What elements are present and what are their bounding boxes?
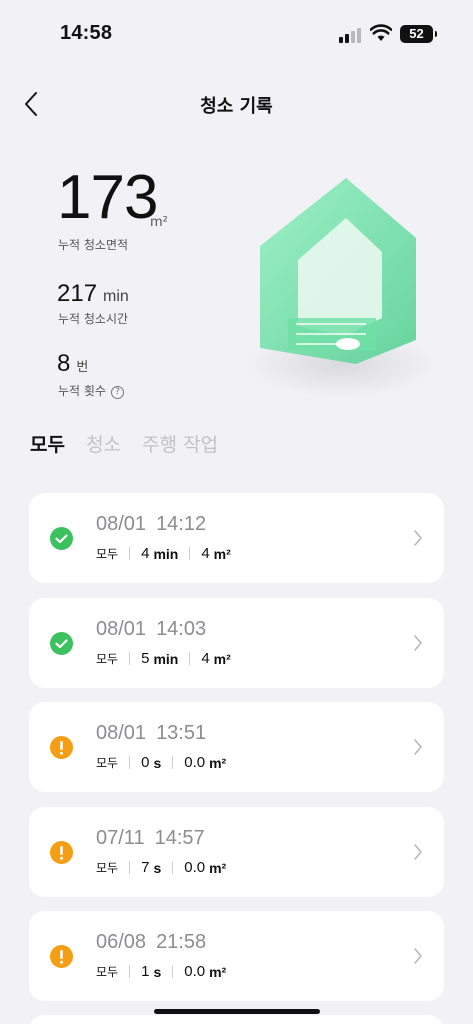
cumulative-count: 8번	[57, 350, 88, 378]
record-area-unit: m²	[213, 545, 231, 562]
record-area-value: 0.0	[184, 754, 206, 771]
cumulative-area-label: 누적 청소면적	[58, 238, 129, 252]
record-area-value: 0.0	[184, 963, 206, 980]
record-duration-unit: s	[153, 859, 162, 876]
record-time: 14:57	[154, 827, 205, 849]
chevron-right-icon	[414, 844, 422, 860]
record-area-value: 4	[201, 545, 210, 562]
divider	[172, 965, 174, 978]
record-datetime: 06/08 21:58	[96, 931, 206, 954]
wifi-icon	[370, 24, 392, 41]
cumulative-count-label-text: 누적 횟수	[58, 384, 106, 398]
cumulative-area-unit: m²	[150, 215, 168, 230]
list-item[interactable]: 06/08 21:58 모두 1 s 0.0 m²	[29, 911, 444, 1001]
tab-cleaning[interactable]: 청소	[86, 430, 121, 457]
record-mode: 모두	[96, 861, 119, 875]
list-item[interactable]: 08/01 14:12 모두 4 min 4 m²	[29, 493, 444, 583]
exclamation-circle-icon	[50, 736, 73, 759]
record-duration-unit: s	[153, 754, 162, 771]
house-illustration	[246, 178, 436, 398]
record-area-value: 0.0	[184, 859, 206, 876]
chevron-right-icon	[414, 530, 422, 546]
status-time: 14:58	[60, 22, 113, 44]
record-meta: 모두 4 min 4 m²	[96, 545, 231, 562]
chevron-right-icon	[414, 635, 422, 651]
record-duration-value: 4	[141, 545, 150, 562]
status-bar: 14:58 52	[0, 0, 473, 70]
divider	[189, 547, 191, 560]
divider	[129, 965, 131, 978]
record-meta: 모두 7 s 0.0 m²	[96, 859, 226, 876]
record-duration-unit: s	[153, 963, 162, 980]
page-title: 청소 기록	[200, 96, 273, 117]
record-meta: 모두 1 s 0.0 m²	[96, 963, 226, 980]
cellular-signal-icon	[339, 27, 363, 43]
record-area-unit: m²	[209, 963, 227, 980]
cumulative-count-value: 8	[57, 350, 71, 377]
record-mode: 모두	[96, 965, 119, 979]
record-date: 08/01	[96, 722, 147, 744]
record-area-unit: m²	[213, 650, 231, 667]
list-item[interactable]: 08/01 14:03 모두 5 min 4 m²	[29, 598, 444, 688]
record-mode: 모두	[96, 652, 119, 666]
chevron-right-icon	[414, 948, 422, 964]
record-time: 13:51	[156, 722, 207, 744]
tab-driving-task[interactable]: 주행 작업	[142, 430, 218, 457]
cumulative-count-unit: 번	[76, 359, 89, 374]
cumulative-count-label: 누적 횟수?	[58, 382, 124, 399]
record-area-unit: m²	[209, 859, 227, 876]
divider	[189, 652, 191, 665]
record-datetime: 07/11 14:57	[96, 827, 205, 850]
record-mode: 모두	[96, 756, 119, 770]
cumulative-time-unit: min	[103, 288, 129, 305]
chevron-right-icon	[414, 739, 422, 755]
record-datetime: 08/01 13:51	[96, 722, 206, 745]
help-icon[interactable]: ?	[110, 386, 124, 399]
cumulative-time: 217 min	[57, 280, 129, 308]
divider	[129, 756, 131, 769]
record-date: 08/01	[96, 513, 147, 535]
list-item[interactable]: 07/11 14:57 모두 7 s 0.0 m²	[29, 807, 444, 897]
list-item-partial	[29, 1015, 444, 1024]
check-circle-icon	[50, 527, 73, 550]
home-indicator	[154, 1009, 320, 1014]
record-date: 06/08	[96, 931, 147, 953]
record-datetime: 08/01 14:12	[96, 513, 206, 536]
record-date: 08/01	[96, 618, 147, 640]
record-duration-value: 7	[141, 859, 150, 876]
list-item[interactable]: 08/01 13:51 모두 0 s 0.0 m²	[29, 702, 444, 792]
record-duration-unit: min	[153, 545, 179, 562]
divider	[172, 861, 174, 874]
record-area-value: 4	[201, 650, 210, 667]
divider	[129, 652, 131, 665]
record-time: 21:58	[156, 931, 207, 953]
check-circle-icon	[50, 632, 73, 655]
record-area-unit: m²	[209, 754, 227, 771]
divider	[129, 861, 131, 874]
record-duration-unit: min	[153, 650, 179, 667]
record-meta: 모두 5 min 4 m²	[96, 650, 231, 667]
record-mode: 모두	[96, 547, 119, 561]
cumulative-time-value: 217	[57, 280, 98, 307]
record-duration-value: 5	[141, 650, 150, 667]
record-duration-value: 1	[141, 963, 150, 980]
divider	[172, 756, 174, 769]
record-datetime: 08/01 14:03	[96, 618, 206, 641]
divider	[129, 547, 131, 560]
cumulative-area-value: 173	[57, 163, 158, 232]
nav-bar: 청소 기록	[0, 82, 473, 126]
record-time: 14:12	[156, 513, 207, 535]
filter-tabs: 모두 청소 주행 작업	[30, 430, 234, 462]
exclamation-circle-icon	[50, 945, 73, 968]
record-date: 07/11	[96, 827, 145, 849]
tab-all[interactable]: 모두	[30, 430, 65, 457]
exclamation-circle-icon	[50, 841, 73, 864]
record-duration-value: 0	[141, 754, 150, 771]
record-meta: 모두 0 s 0.0 m²	[96, 754, 226, 771]
battery-indicator: 52	[400, 25, 437, 43]
record-time: 14:03	[156, 618, 207, 640]
cumulative-time-label: 누적 청소시간	[58, 312, 129, 326]
